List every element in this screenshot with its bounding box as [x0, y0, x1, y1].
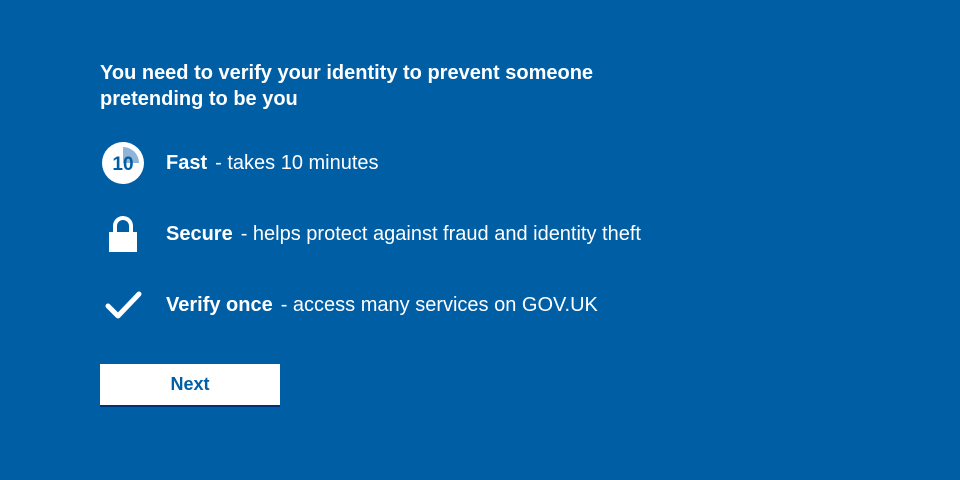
feature-title: Fast	[166, 152, 208, 174]
feature-secure-text: Secure - helps protect against fraud and …	[166, 222, 641, 246]
feature-list: 10 Fast - takes 10 minutes Secure - helps …	[100, 140, 860, 328]
page-title: You need to verify your identity to prev…	[100, 62, 594, 110]
verify-identity-panel: You need to verify your identity to prev…	[100, 60, 860, 405]
feature-title: Verify once	[166, 294, 273, 316]
timer-10-icon: 10	[100, 140, 146, 186]
next-button[interactable]: Next	[100, 364, 280, 405]
feature-description: - helps protect against fraud and identi…	[240, 223, 641, 245]
feature-fast-text: Fast - takes 10 minutes	[166, 151, 379, 175]
feature-description: - takes 10 minutes	[215, 152, 379, 174]
feature-fast: 10 Fast - takes 10 minutes	[100, 140, 860, 186]
feature-verify-once-text: Verify once - access many services on GOV…	[166, 293, 598, 317]
timer-number: 10	[112, 154, 133, 175]
feature-title: Secure	[166, 223, 233, 245]
feature-verify-once: Verify once - access many services on GOV…	[100, 282, 860, 328]
feature-description: - access many services on GOV.UK	[280, 294, 598, 316]
checkmark-icon	[100, 282, 146, 328]
padlock-icon	[100, 211, 146, 257]
feature-secure: Secure - helps protect against fraud and …	[100, 211, 860, 257]
